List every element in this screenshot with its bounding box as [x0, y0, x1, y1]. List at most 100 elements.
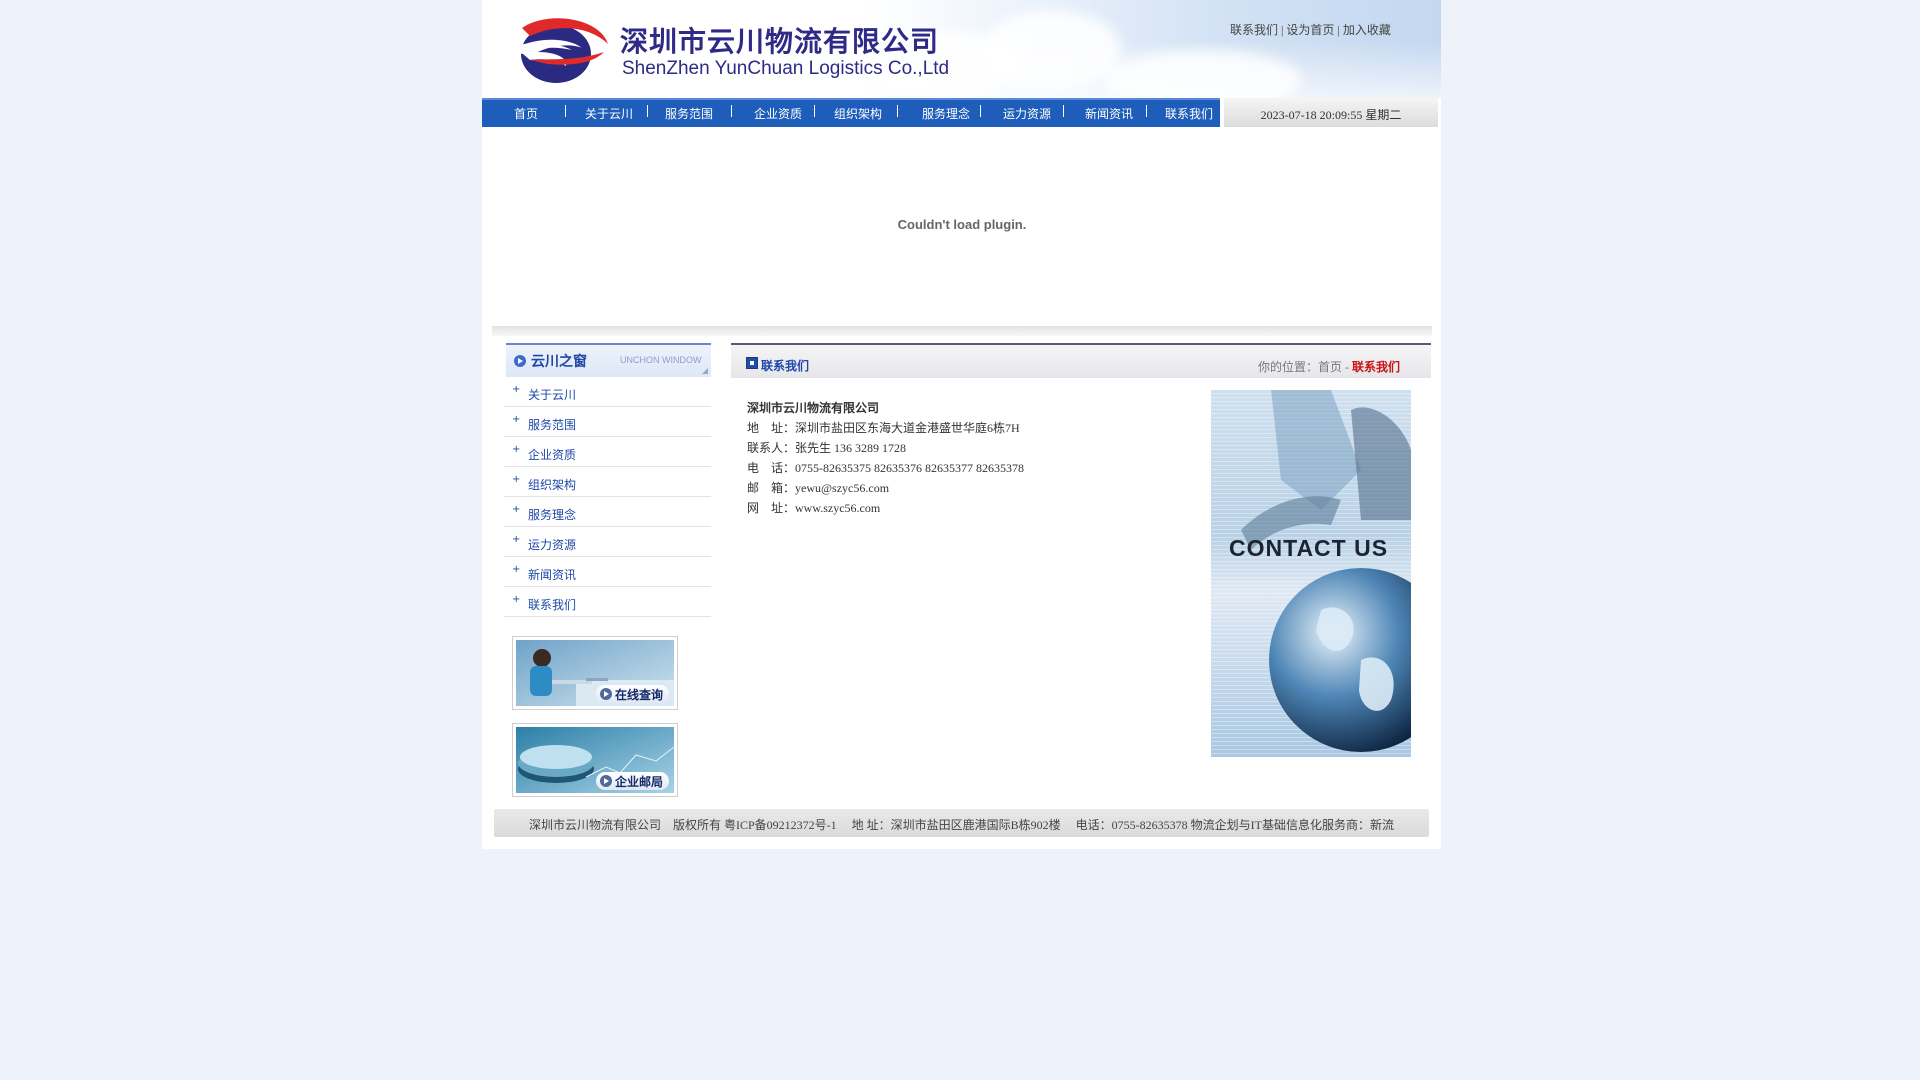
nav-item-contact[interactable]: 联系我们 [1147, 100, 1227, 127]
sidebar-item-philosophy[interactable]: + 服务理念 [504, 497, 711, 527]
online-query-button[interactable]: 在线查询 [595, 685, 669, 703]
nav-item-organization[interactable]: 组织架构 [815, 100, 898, 127]
enterprise-mail-label: 企业邮局 [614, 774, 663, 789]
contact-web-label: 网 址： [747, 501, 796, 515]
sidebar-item-label: 新闻资讯 [528, 568, 577, 582]
breadcrumb-current: 联系我们 [1351, 360, 1400, 374]
promo-online-query[interactable]: 在线查询 [512, 636, 678, 710]
breadcrumb-prefix: 你的位置： [1257, 360, 1318, 374]
contact-email-row: 邮 箱：yewu@szyc56.com [747, 478, 1024, 498]
sidebar-item-label: 服务范围 [528, 418, 577, 432]
nav-item-news[interactable]: 新闻资讯 [1064, 100, 1147, 127]
sidebar-item-organization[interactable]: + 组织架构 [504, 467, 711, 497]
top-links: 联系我们 | 设为首页 | 加入收藏 [1230, 21, 1391, 38]
site-header: 深圳市云川物流有限公司 ShenZhen YunChuan Logistics … [482, 0, 1441, 98]
sidebar-header: 云川之窗 UNCHON WINDOW [506, 343, 711, 377]
contact-company: 深圳市云川物流有限公司 [747, 401, 880, 415]
contact-person-row: 联系人：张先生 136 3289 1728 [747, 438, 1024, 458]
nav-item-label: 企业资质 [754, 107, 803, 121]
plus-icon: + [512, 564, 521, 575]
toplink-contact[interactable]: 联系我们 [1230, 23, 1278, 37]
contact-email-label: 邮 箱： [747, 481, 796, 495]
nav-item-capacity[interactable]: 运力资源 [981, 100, 1064, 127]
content-header: 联系我们 你的位置：首页 - 联系我们 [731, 343, 1431, 378]
nav-item-label: 服务理念 [922, 107, 971, 121]
plus-icon: + [512, 534, 521, 545]
sidebar-item-label: 服务理念 [528, 508, 577, 522]
nav-item-about[interactable]: 关于云川 [566, 100, 648, 127]
nav-item-home[interactable]: 首页 [496, 100, 566, 127]
contact-us-image: CONTACT US [1211, 390, 1411, 757]
contact-phone: 0755-82635375 82635376 82635377 82635378 [795, 461, 1025, 475]
nav-item-label: 关于云川 [585, 107, 634, 121]
plus-icon: + [512, 444, 521, 455]
nav-item-label: 服务范围 [665, 107, 714, 121]
promo-enterprise-mail[interactable]: 企业邮局 [512, 723, 678, 797]
nav-item-label: 运力资源 [1003, 107, 1052, 121]
circle-arrow-icon [514, 355, 526, 367]
arrow-right-icon [599, 775, 612, 787]
sidebar-item-label: 组织架构 [528, 478, 577, 492]
nav-item-services[interactable]: 服务范围 [648, 100, 732, 127]
sidebar-item-news[interactable]: + 新闻资讯 [504, 557, 711, 587]
plus-icon: + [512, 594, 521, 605]
contact-address-row: 地 址：深圳市盐田区东海大道金港盛世华庭6栋7H [747, 418, 1024, 438]
contact-web-row: 网 址：www.szyc56.com [747, 498, 1024, 518]
enterprise-mail-button[interactable]: 企业邮局 [595, 772, 669, 790]
contact-us-image-text: CONTACT US [1229, 535, 1389, 561]
plus-icon: + [512, 414, 521, 425]
sidebar-item-qualification[interactable]: + 企业资质 [504, 437, 711, 467]
contact-address-label: 地 址： [747, 421, 796, 435]
breadcrumb-separator: - [1341, 360, 1352, 374]
breadcrumb-home-link[interactable]: 首页 [1318, 360, 1342, 374]
toplink-separator: | [1334, 23, 1343, 37]
sidebar-subtitle: UNCHON WINDOW [620, 355, 702, 365]
plus-icon: + [512, 474, 521, 485]
contact-info: 深圳市云川物流有限公司 地 址：深圳市盐田区东海大道金港盛世华庭6栋7H 联系人… [747, 398, 1024, 518]
contact-address: 深圳市盐田区东海大道金港盛世华庭6栋7H [795, 421, 1020, 435]
corner-triangle-icon [702, 368, 708, 374]
contact-phone-row: 电 话：0755-82635375 82635376 82635377 8263… [747, 458, 1024, 478]
nav-item-philosophy[interactable]: 服务理念 [898, 100, 981, 127]
plus-icon: + [512, 504, 521, 515]
site-footer: 深圳市云川物流有限公司 版权所有 粤ICP备09212372号-1 地 址：深圳… [494, 809, 1429, 837]
online-query-label: 在线查询 [614, 687, 663, 702]
plus-icon: + [512, 384, 521, 395]
nav-item-label: 新闻资讯 [1085, 107, 1134, 121]
contact-email-link[interactable]: yewu@szyc56.com [795, 481, 889, 495]
main-nav: 首页 关于云川 服务范围 企业资质 组织架构 服务理念 运力资源 新闻资讯 联系… [482, 98, 1220, 127]
contact-person: 张先生 136 3289 1728 [795, 441, 907, 455]
toplink-add-favorite[interactable]: 加入收藏 [1343, 23, 1391, 37]
banner-shadow [492, 326, 1432, 336]
nav-item-label: 组织架构 [834, 107, 883, 121]
toplink-set-homepage[interactable]: 设为首页 [1286, 23, 1334, 37]
header-haze [952, 40, 1441, 98]
company-logo-icon[interactable] [508, 14, 618, 84]
sidebar-item-contact[interactable]: + 联系我们 [504, 587, 711, 617]
contact-phone-label: 电 话： [747, 461, 796, 475]
plugin-error-message: Couldn't load plugin. [897, 217, 1027, 232]
section-square-icon [746, 357, 758, 369]
contact-web-link[interactable]: www.szyc56.com [795, 501, 880, 515]
company-name-en: ShenZhen YunChuan Logistics Co.,Ltd [622, 58, 950, 79]
sidebar-item-label: 运力资源 [528, 538, 577, 552]
arrow-right-icon [599, 688, 612, 700]
plugin-placeholder: Couldn't load plugin. [492, 131, 1432, 326]
content-title: 联系我们 [761, 359, 810, 373]
sidebar-menu: + 关于云川 + 服务范围 + 企业资质 + 组织架构 + 服务理念 + 运力资源 + 新闻资… [504, 377, 711, 617]
sidebar-title: 云川之窗 [531, 354, 587, 370]
globe-handshake-illustration-icon [1241, 390, 1411, 752]
sidebar-item-about[interactable]: + 关于云川 [504, 377, 711, 407]
nav-item-qualification[interactable]: 企业资质 [732, 100, 815, 127]
sidebar-item-capacity[interactable]: + 运力资源 [504, 527, 711, 557]
page: 深圳市云川物流有限公司 ShenZhen YunChuan Logistics … [482, 0, 1441, 849]
contact-person-label: 联系人： [747, 441, 796, 455]
sidebar-item-services[interactable]: + 服务范围 [504, 407, 711, 437]
nav-item-label: 首页 [514, 107, 539, 121]
sidebar-item-label: 联系我们 [528, 598, 577, 612]
company-name-cn: 深圳市云川物流有限公司 [620, 25, 940, 58]
sidebar-item-label: 企业资质 [528, 448, 577, 462]
breadcrumb: 你的位置：首页 - 联系我们 [1258, 358, 1400, 375]
sidebar-item-label: 关于云川 [528, 388, 577, 402]
nav-item-label: 联系我们 [1165, 107, 1214, 121]
